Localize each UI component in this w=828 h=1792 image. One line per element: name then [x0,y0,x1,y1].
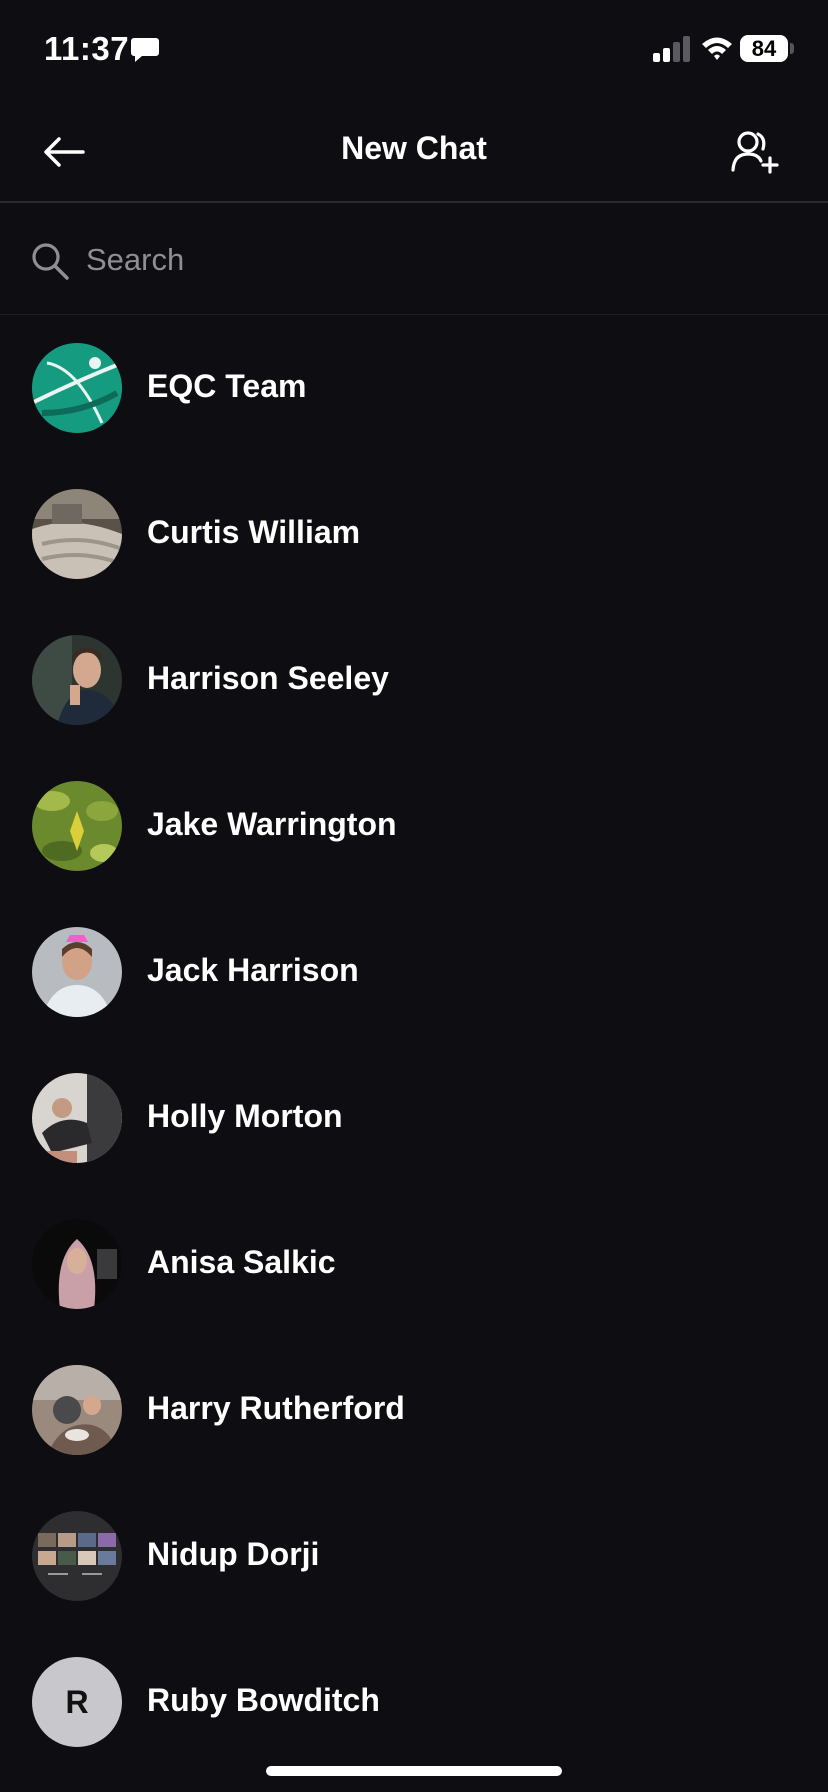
contact-row[interactable]: Harrison Seeley [0,608,828,754]
search-input[interactable] [86,235,786,285]
contact-row[interactable]: Holly Morton [0,1046,828,1192]
contact-name: Jake Warrington [147,806,397,842]
signal-icon [653,36,690,62]
avatar [32,489,122,579]
avatar [32,1073,122,1163]
avatar-initial: R [32,1657,122,1747]
avatar [32,1511,122,1601]
battery-icon: 84 [740,35,788,62]
avatar [32,1219,122,1309]
contact-row[interactable]: EQC Team [0,316,828,462]
contact-name: Curtis William [147,514,361,550]
avatar [32,927,122,1017]
contact-row[interactable]: Anisa Salkic [0,1192,828,1338]
avatar [32,343,122,433]
avatar [32,635,122,725]
search-icon [32,243,69,280]
status-time: 11:37 [44,30,130,67]
avatar [32,1365,122,1455]
contact-name: Ruby Bowditch [147,1682,380,1718]
contact-row[interactable]: Nidup Dorji [0,1484,828,1630]
add-user-icon [731,131,779,174]
contact-row[interactable]: Curtis William [0,462,828,608]
contact-name: Anisa Salkic [147,1244,336,1280]
contact-name: EQC Team [147,368,307,404]
contact-name: Jack Harrison [147,952,359,988]
wifi-icon [702,37,732,60]
contact-name: Holly Morton [147,1098,343,1134]
contact-row[interactable]: Jake Warrington [0,754,828,900]
battery-nub [790,43,794,54]
contact-name: Harry Rutherford [147,1390,405,1426]
home-indicator[interactable] [266,1766,562,1776]
contact-row[interactable]: Harry Rutherford [0,1338,828,1484]
contact-row[interactable]: R Ruby Bowditch [0,1630,828,1776]
status-bar: 11:37 84 [0,0,828,100]
contact-row[interactable]: Jack Harrison [0,900,828,1046]
avatar: R [32,1657,122,1747]
avatar [32,781,122,871]
battery-level: 84 [751,35,777,61]
add-contact-button[interactable] [728,128,782,176]
contact-name: Harrison Seeley [147,660,389,696]
page-title: New Chat [341,130,487,166]
new-chat-screen: 11:37 84 New Chat Search EQC Team Curtis… [0,0,828,1792]
contact-name: Nidup Dorji [147,1536,320,1572]
search-bar [0,205,828,315]
header: New Chat [0,100,828,203]
message-bubble-icon [131,38,159,62]
